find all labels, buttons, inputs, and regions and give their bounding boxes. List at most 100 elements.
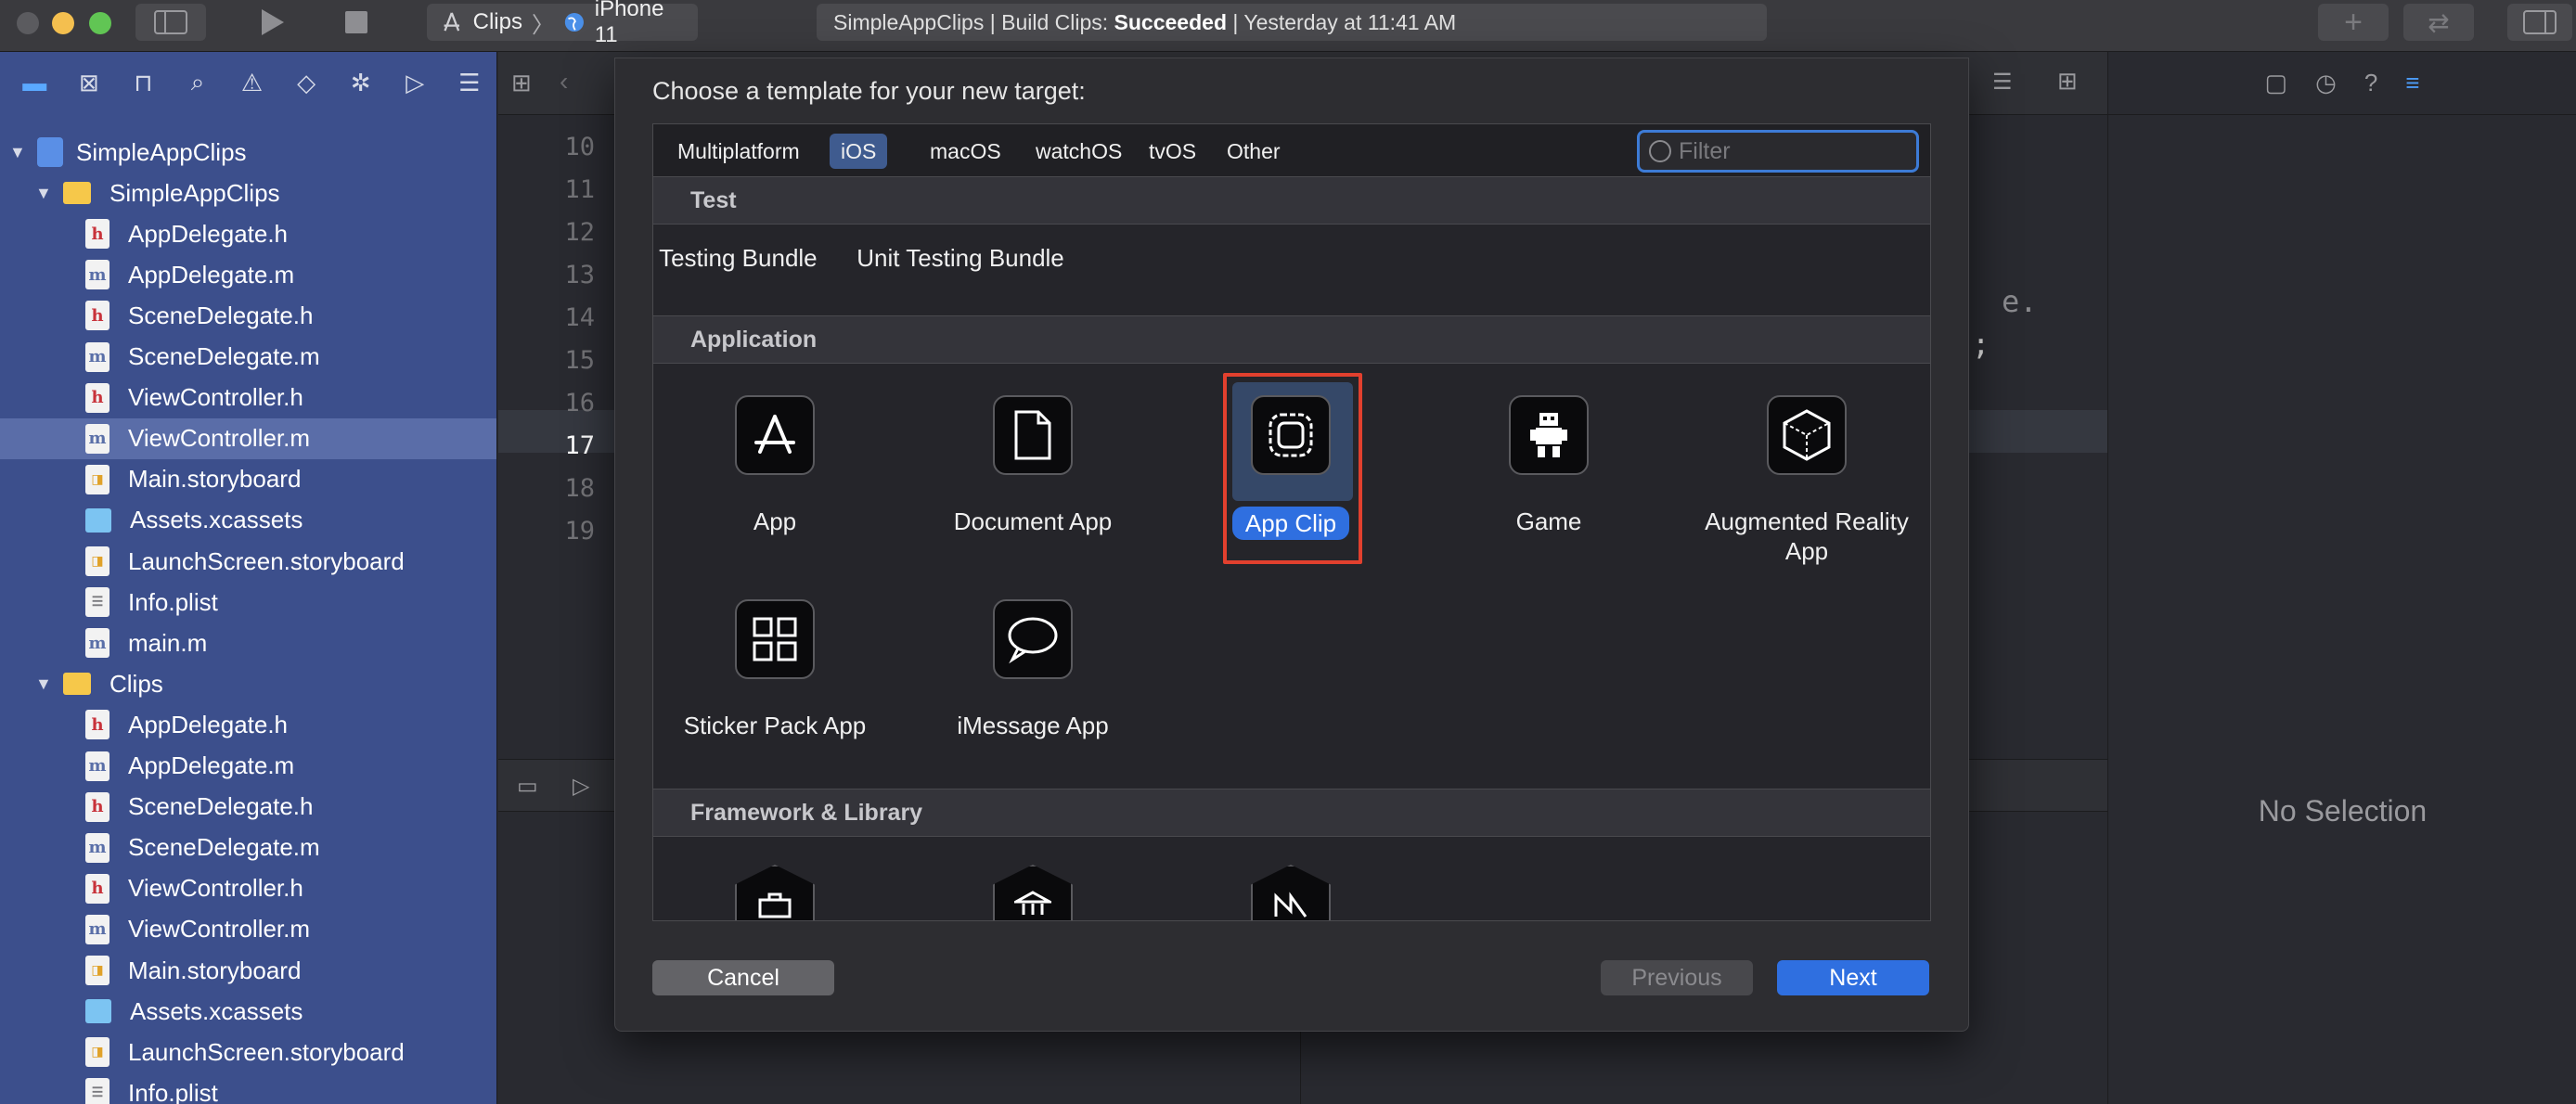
template-document-app[interactable]: Document App xyxy=(908,507,1158,536)
file-inspector-icon[interactable]: ▢ xyxy=(2265,69,2288,97)
add-editor-icon[interactable]: ⊞ xyxy=(2057,67,2078,96)
back-arrow-icon[interactable]: ‹ xyxy=(560,67,568,96)
tree-file[interactable]: m AppDelegate.m xyxy=(0,254,496,295)
tree-file[interactable]: m ViewController.m xyxy=(0,417,496,459)
folder-icon xyxy=(63,673,91,696)
template-augmented-reality-app[interactable]: Augmented Reality App xyxy=(1681,507,1930,566)
storyboard-file-icon: ◨ xyxy=(85,1037,109,1068)
tree-file[interactable]: m AppDelegate.m xyxy=(0,746,496,787)
test-diamond-icon[interactable]: ◇ xyxy=(279,57,334,109)
tree-group[interactable]: ▼ SimpleAppClips xyxy=(0,173,496,213)
tab-tvos[interactable]: tvOS xyxy=(1138,134,1207,169)
tree-project-root[interactable]: ▼ SimpleAppClips xyxy=(0,132,496,173)
tree-file[interactable]: Assets.xcassets xyxy=(0,500,496,541)
hide-debug-icon[interactable]: ▭ xyxy=(517,773,538,800)
scheme-device-label: iPhone 11 xyxy=(594,0,664,47)
grid-icon[interactable]: ⊞ xyxy=(511,69,532,97)
debug-spray-icon[interactable]: ✲ xyxy=(333,57,388,109)
search-icon[interactable]: ⌕ xyxy=(171,57,225,109)
hierarchy-icon[interactable]: ⊓ xyxy=(116,57,171,109)
window-toolbar: Clips 〉 iPhone 11 SimpleAppClips | Build… xyxy=(0,0,2576,52)
tree-item-label: SceneDelegate.h xyxy=(128,792,314,821)
tree-file[interactable]: h SceneDelegate.h xyxy=(0,295,496,336)
folder-icon[interactable]: ▬ xyxy=(7,57,62,109)
tree-file[interactable]: m ViewController.m xyxy=(0,909,496,950)
file-tree: ▼ SimpleAppClips ▼ SimpleAppClips h AppDelega… xyxy=(0,113,496,1104)
disclosure-triangle-icon[interactable]: ▼ xyxy=(35,185,52,201)
tree-file[interactable]: h AppDelegate.h xyxy=(0,704,496,745)
status-result: Succeeded xyxy=(1114,9,1227,34)
source-control-icon[interactable]: ⊠ xyxy=(62,57,117,109)
toggle-navigator-button[interactable] xyxy=(135,4,206,41)
tree-item-label: AppDelegate.m xyxy=(128,260,295,289)
tab-ios[interactable]: iOS xyxy=(830,134,888,169)
cancel-button[interactable]: Cancel xyxy=(652,960,834,995)
tab-macos[interactable]: macOS xyxy=(919,134,1012,169)
zoom-window-button[interactable] xyxy=(89,12,111,34)
tree-item-label: Assets.xcassets xyxy=(130,506,303,534)
line-number: 13 xyxy=(564,261,595,289)
template-imessage-app[interactable]: iMessage App xyxy=(908,711,1158,740)
tree-file[interactable]: h ViewController.h xyxy=(0,378,496,418)
breakpoint-icon[interactable]: ▷ xyxy=(388,57,443,109)
status-suffix: | Yesterday at 11:41 AM xyxy=(1227,9,1457,34)
globe-icon xyxy=(564,12,584,32)
tree-file[interactable]: ◨ LaunchScreen.storyboard xyxy=(0,541,496,582)
disclosure-triangle-icon[interactable]: ▼ xyxy=(35,675,52,692)
objc-file-icon: m xyxy=(85,341,109,372)
tab-other[interactable]: Other xyxy=(1216,134,1292,169)
report-icon[interactable]: ☰ xyxy=(443,57,497,109)
tree-file[interactable]: ◨ LaunchScreen.storyboard xyxy=(0,1032,496,1072)
help-icon[interactable]: ? xyxy=(2364,69,2377,97)
tree-file[interactable]: Assets.xcassets xyxy=(0,991,496,1032)
filter-field[interactable]: Filter xyxy=(1637,130,1919,173)
tree-file[interactable]: ☰ Info.plist xyxy=(0,1072,496,1104)
template-game[interactable]: Game xyxy=(1423,507,1674,536)
tree-group[interactable]: ▼ Clips xyxy=(0,663,496,704)
tree-file[interactable]: ◨ Main.storyboard xyxy=(0,459,496,500)
toggle-inspector-button[interactable] xyxy=(2507,4,2572,41)
template-app[interactable]: App xyxy=(653,507,900,536)
tree-file[interactable]: m main.m xyxy=(0,623,496,663)
tab-multiplatform[interactable]: Multiplatform xyxy=(666,134,811,169)
minimize-window-button[interactable] xyxy=(52,12,74,34)
template-unit-testing-bundle[interactable]: Unit Testing Bundle xyxy=(854,243,1067,273)
tree-file[interactable]: h AppDelegate.h xyxy=(0,213,496,254)
tree-file[interactable]: ☰ Info.plist xyxy=(0,582,496,623)
previous-button[interactable]: Previous xyxy=(1601,960,1753,995)
attributes-icon[interactable]: ≡ xyxy=(2405,69,2419,97)
close-window-button[interactable] xyxy=(17,12,39,34)
header-file-icon: h xyxy=(85,219,109,250)
scheme-selector[interactable]: Clips 〉 iPhone 11 xyxy=(427,0,698,47)
next-button[interactable]: Next xyxy=(1777,960,1929,995)
tree-file[interactable]: h SceneDelegate.h xyxy=(0,787,496,828)
tree-item-label: ViewController.h xyxy=(128,874,303,903)
tree-item-label: LaunchScreen.storyboard xyxy=(128,1037,405,1066)
stop-icon xyxy=(345,11,367,33)
template-sticker-pack-app[interactable]: Sticker Pack App xyxy=(653,711,900,740)
tree-item-label: Info.plist xyxy=(128,587,218,616)
tree-file[interactable]: m SceneDelegate.m xyxy=(0,828,496,868)
editor-options-icon[interactable]: ☰ xyxy=(1992,69,2013,96)
warning-icon[interactable]: ⚠ xyxy=(225,57,279,109)
header-file-icon: h xyxy=(85,873,109,904)
template-ui-testing-bundle[interactable]: UI Testing Bundle xyxy=(653,243,848,273)
tree-file[interactable]: h ViewController.h xyxy=(0,868,496,909)
tree-item-label: Main.storyboard xyxy=(128,465,302,494)
briefcase-icon xyxy=(735,865,815,920)
line-number: 10 xyxy=(564,133,595,161)
breakpoint-toggle-icon[interactable]: ▷ xyxy=(573,773,589,800)
disclosure-triangle-icon[interactable]: ▼ xyxy=(9,144,26,160)
stop-button[interactable] xyxy=(321,4,392,41)
history-icon[interactable]: ◷ xyxy=(2315,69,2337,97)
run-button[interactable] xyxy=(238,4,308,41)
tree-file[interactable]: m SceneDelegate.m xyxy=(0,337,496,378)
tree-file[interactable]: ◨ Main.storyboard xyxy=(0,950,496,991)
add-library-button[interactable]: + xyxy=(2318,4,2389,41)
swap-arrows-icon: ⇄ xyxy=(2428,7,2450,37)
tab-watchos[interactable]: watchOS xyxy=(1024,134,1133,169)
code-review-button[interactable]: ⇄ xyxy=(2403,4,2474,41)
activity-status: SimpleAppClips | Build Clips: Succeeded … xyxy=(817,4,1767,41)
document-icon xyxy=(993,395,1073,475)
objc-file-icon: m xyxy=(85,260,109,290)
